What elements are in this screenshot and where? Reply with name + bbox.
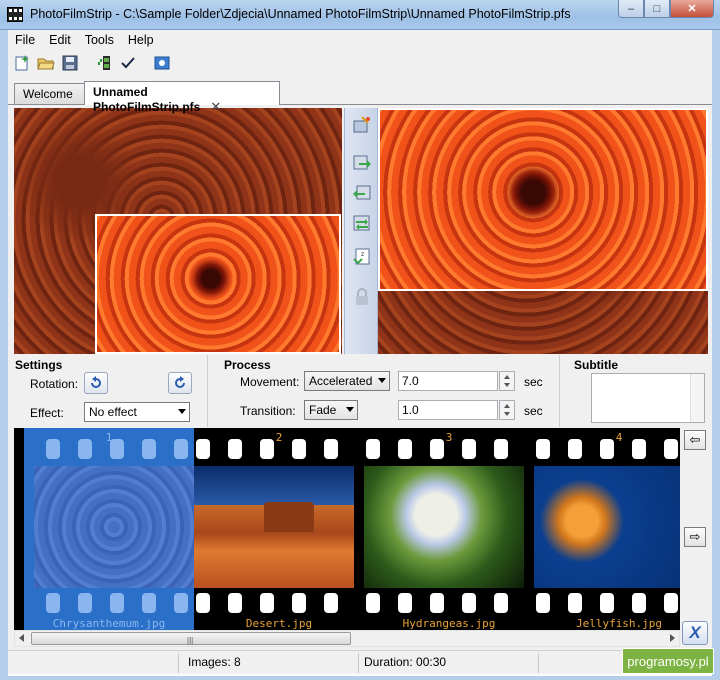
settings-title: Settings [15,358,63,372]
title-bar: PhotoFilmStrip - C:\Sample Folder\Zdjeci… [0,0,720,30]
chevron-down-icon [378,378,386,383]
scroll-right-arrow-icon[interactable] [670,634,675,642]
frame-number: 3 [445,431,453,444]
remove-image-button[interactable]: X [682,621,708,645]
check-icon[interactable] [117,52,139,74]
menu-tools[interactable]: Tools [78,30,121,50]
rotate-left-icon [91,376,101,388]
window-border-left [0,30,8,680]
svg-text:z: z [361,251,364,258]
window-title: PhotoFilmStrip - C:\Sample Folder\Zdjeci… [30,7,571,21]
status-bar: Images: 8 Duration: 00:30 [8,650,712,674]
film-frame[interactable]: 1 Chrysanthemum.jpg [24,428,194,630]
thumbnail [364,466,524,588]
lock-icon[interactable] [350,286,374,308]
movement-label: Movement: [240,375,300,389]
divider [559,355,560,427]
subtitle-scrollbar[interactable] [690,374,704,422]
menu-help[interactable]: Help [121,30,161,50]
close-button[interactable]: ✕ [670,0,714,18]
magic-wand-icon[interactable] [350,114,374,136]
rotate-right-icon [175,376,185,388]
end-preview[interactable] [378,108,708,354]
tab-strip: Welcome Unnamed PhotoFilmStrip.pfs ✕ [8,76,712,114]
process-title: Process [224,358,271,372]
start-crop-rectangle[interactable] [95,214,341,354]
import-pictures-icon[interactable] [93,52,115,74]
subtitle-textarea[interactable] [591,373,705,423]
thumbnail [34,466,194,588]
tab-project-label: Unnamed PhotoFilmStrip.pfs [93,85,201,114]
transition-value: Fade [309,403,337,417]
movement-duration-stepper[interactable] [499,371,515,391]
movement-duration-input[interactable]: 7.0 [398,371,498,391]
totally-random-icon[interactable]: z [350,246,374,268]
status-images: Images: 8 [188,655,241,669]
window-border-right [712,30,720,680]
divider [207,355,208,427]
frame-number: 4 [615,431,623,444]
transition-select[interactable]: Fade [304,400,358,420]
film-frame[interactable]: 2 Desert.jpg [194,428,364,630]
window-border-bottom [0,676,720,680]
frame-filename: Jellyfish.jpg [575,617,663,630]
scroll-left-arrow-icon[interactable] [19,634,24,642]
menu-file[interactable]: File [8,30,42,50]
render-icon[interactable] [151,52,173,74]
project-panel: z Settings Rotation: Effect: No effect P… [8,104,712,650]
new-project-icon[interactable] [11,52,33,74]
frame-filename: Desert.jpg [245,617,313,630]
save-project-icon[interactable] [59,52,81,74]
filmstrip[interactable]: 1 Chrysanthemum.jpg 2 Desert.jpg 3 Hydra… [14,428,680,630]
rotation-label: Rotation: [30,377,79,391]
frame-filename: Hydrangeas.jpg [402,617,496,630]
watermark-badge: programosy.pl [622,648,714,674]
toolbar [8,50,712,76]
menu-bar: File Edit Tools Help [8,30,712,50]
open-project-icon[interactable] [35,52,57,74]
status-duration: Duration: 00:30 [364,655,447,669]
frame-number: 1 [105,431,113,444]
thumbnail [534,466,680,588]
maximize-button[interactable]: □ [644,0,670,18]
subtitle-title: Subtitle [574,358,618,372]
menu-edit[interactable]: Edit [42,30,78,50]
movement-unit: sec [524,375,543,389]
transition-unit: sec [524,404,543,418]
film-frame[interactable]: 4 Jellyfish.jpg [534,428,680,630]
movement-select[interactable]: Accelerated [304,371,390,391]
move-left-button[interactable]: ⇦ [684,430,706,450]
app-icon [7,7,23,22]
rotate-left-button[interactable] [84,372,108,394]
effect-select[interactable]: No effect [84,402,190,422]
close-tab-icon[interactable]: ✕ [210,99,221,114]
swap-icon[interactable] [350,212,374,234]
start-preview[interactable] [14,108,342,354]
scrollbar-thumb[interactable]: ||| [31,632,351,645]
chevron-down-icon [178,409,186,414]
chevron-down-icon [346,407,354,412]
film-frame[interactable]: 3 Hydrangeas.jpg [364,428,534,630]
copy-left-icon[interactable] [350,182,374,204]
frame-number: 2 [275,431,283,444]
preview-tools: z [344,108,378,354]
tab-welcome-label: Welcome [23,87,73,101]
transition-label: Transition: [240,404,296,418]
rotate-right-button[interactable] [168,372,192,394]
end-crop-rectangle[interactable] [378,108,708,291]
move-right-button[interactable]: ⇨ [684,527,706,547]
scrollbar-grip: ||| [187,636,194,645]
tab-project[interactable]: Unnamed PhotoFilmStrip.pfs ✕ [84,81,280,114]
effect-value: No effect [89,405,137,419]
transition-duration-input[interactable]: 1.0 [398,400,498,420]
thumbnail [194,466,354,588]
movement-value: Accelerated [309,374,373,388]
minimize-button[interactable]: – [618,0,644,18]
filmstrip-scrollbar[interactable]: ||| [14,630,680,647]
effect-label: Effect: [30,406,64,420]
tab-welcome[interactable]: Welcome [14,83,86,104]
frame-filename: Chrysanthemum.jpg [52,617,166,630]
copy-right-icon[interactable] [350,152,374,174]
transition-duration-stepper[interactable] [499,400,515,420]
